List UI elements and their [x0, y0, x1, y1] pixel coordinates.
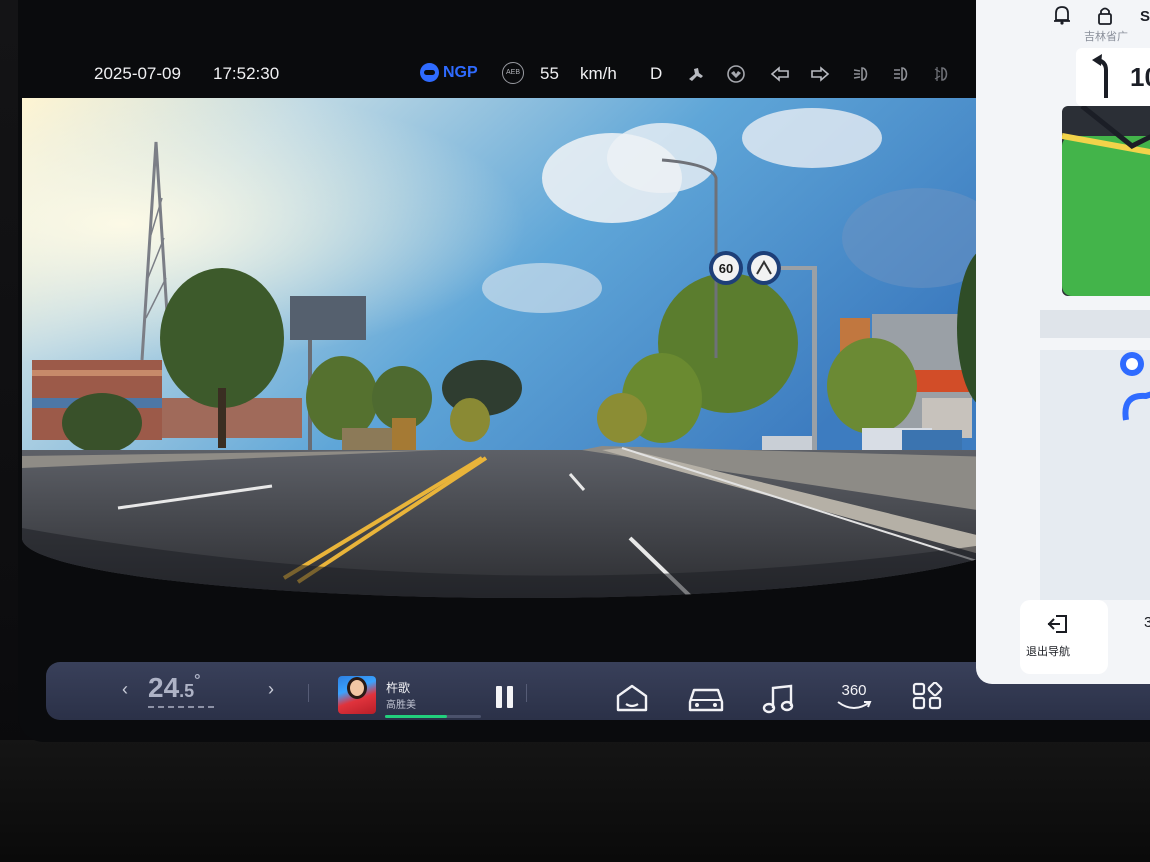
nav-lane-strip [1040, 310, 1150, 338]
vehicle-button[interactable] [686, 682, 726, 716]
song-progress-bar[interactable] [385, 715, 481, 718]
remaining-distance: 32 [1144, 614, 1150, 631]
temperature-underline [148, 706, 214, 710]
apps-icon [912, 681, 943, 710]
360-label: 360 [841, 682, 867, 699]
album-art[interactable] [338, 676, 376, 714]
ngp-badge[interactable]: NGP [420, 63, 478, 82]
360-camera-icon [837, 701, 872, 709]
nav-top-right-label: S [1140, 8, 1150, 25]
left-turn-signal-icon [770, 66, 789, 82]
exit-navigation-button[interactable]: 退出导航 [1020, 600, 1108, 674]
music-icon [762, 684, 794, 714]
car-position-marker-icon [1120, 352, 1150, 421]
song-progress-fill [385, 715, 448, 718]
fog-light-icon [934, 67, 948, 81]
apps-button[interactable] [908, 681, 948, 716]
steering-assist-icon [689, 68, 703, 81]
navigation-panel[interactable]: S 吉林省广 102 终 退出导航 32 [976, 0, 1150, 684]
nav-region-label: 吉林省广 [1084, 31, 1128, 43]
ngp-icon [420, 63, 439, 82]
dock-divider [308, 684, 309, 702]
speed-readout: 55 [540, 64, 559, 83]
time-readout: 17:52:30 [213, 64, 280, 83]
status-bar: 2025-07-09 17:52:30 NGP AEB 55 km/h D [18, 48, 1038, 104]
lane-keep-icon [727, 65, 745, 83]
speed-unit: km/h [580, 64, 617, 83]
gear-indicator: D [650, 64, 663, 83]
song-title[interactable]: 杵歌 [386, 679, 410, 696]
low-beam-icon [853, 67, 868, 81]
center-display: 2025-07-09 17:52:30 NGP AEB 55 km/h D 60… [18, 0, 1150, 742]
dashboard-floor [0, 740, 1150, 862]
ngp-label: NGP [443, 63, 478, 81]
home-icon [616, 684, 648, 712]
junction-road-icon [1062, 106, 1150, 156]
song-artist: 高胜美 [386, 700, 416, 711]
pause-button[interactable] [494, 686, 516, 710]
date-readout: 2025-07-09 [94, 64, 181, 83]
speed-limit-text: 60 [719, 261, 733, 276]
temperature-unit: ° [194, 672, 201, 689]
turn-distance: 102 [1130, 62, 1150, 92]
temp-increase-button[interactable]: › [268, 679, 274, 700]
temp-decrease-button[interactable]: ‹ [122, 679, 128, 700]
high-beam-icon [894, 67, 908, 81]
turn-left-arrow-icon [1092, 54, 1108, 98]
360-camera-button[interactable]: 360 [834, 682, 874, 716]
aeb-icon: AEB [502, 62, 524, 84]
camera-feed: 60 [22, 98, 1030, 598]
right-turn-signal-icon [811, 66, 830, 82]
pause-icon-bar-left [496, 686, 502, 708]
music-button[interactable] [760, 682, 800, 716]
bell-icon[interactable] [1052, 4, 1072, 26]
temperature-decimal: .5 [179, 681, 195, 701]
car-icon [688, 688, 724, 712]
road-scene-image: 60 [22, 98, 1030, 598]
exit-icon [1047, 615, 1067, 633]
pause-icon-bar-right [507, 686, 513, 708]
exit-navigation-label: 退出导航 [1026, 646, 1070, 658]
dock-divider [526, 684, 527, 702]
album-art-face [350, 680, 364, 696]
lock-icon[interactable] [1096, 6, 1114, 26]
temperature-display[interactable]: 24.5° [148, 672, 201, 704]
temperature-whole: 24 [148, 672, 180, 703]
home-button[interactable] [612, 682, 652, 716]
